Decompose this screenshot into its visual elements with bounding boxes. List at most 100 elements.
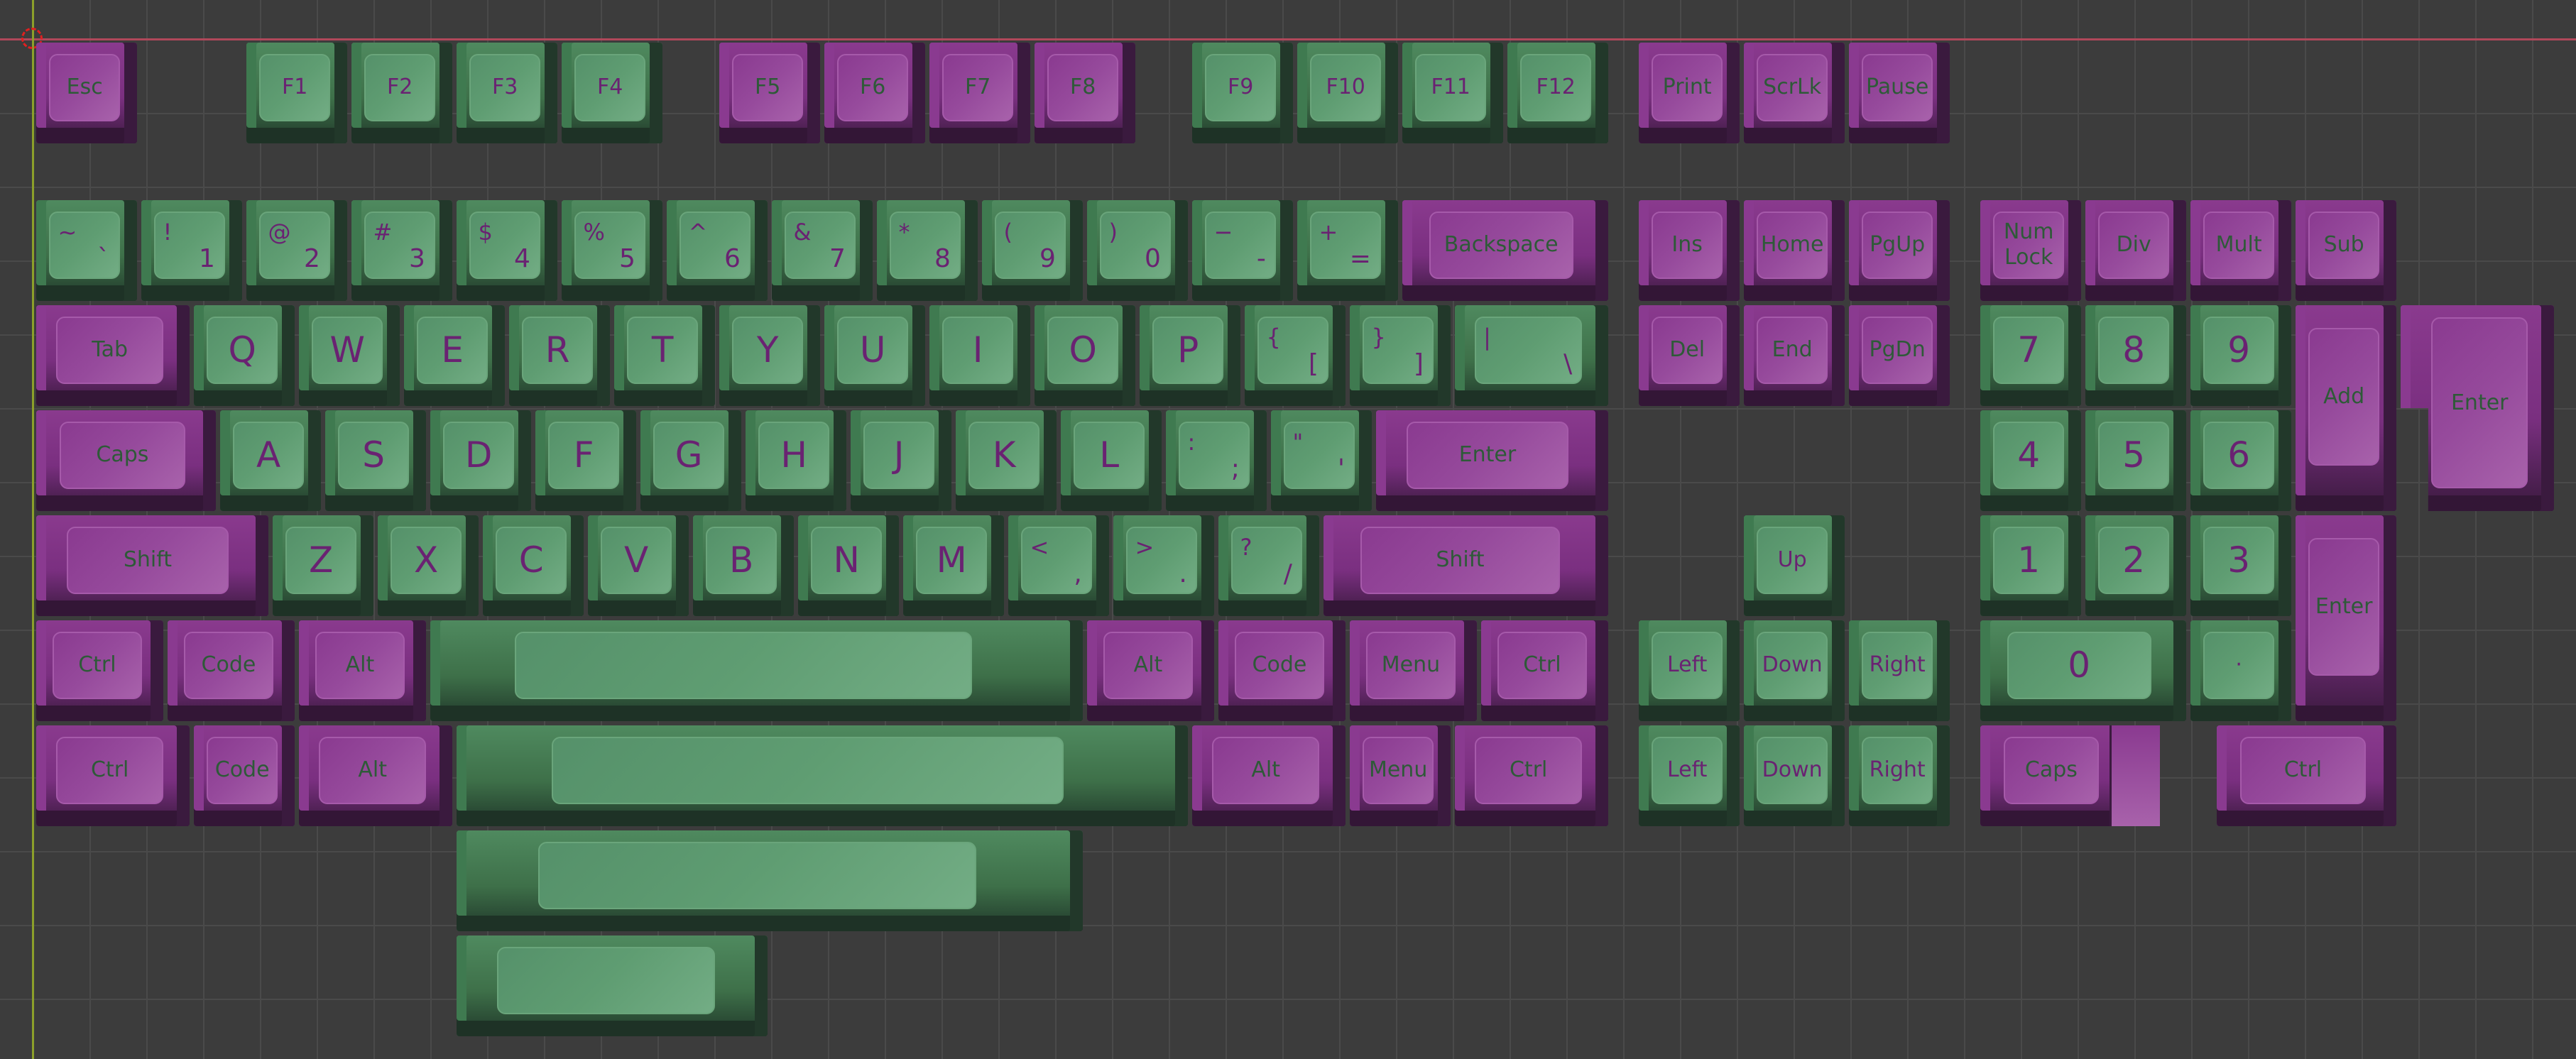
- key-shift-14[interactable]: 2: [2085, 515, 2186, 616]
- key-function-6[interactable]: F6: [824, 43, 925, 143]
- key-home-2[interactable]: S: [325, 410, 426, 511]
- key-bottom_a-1[interactable]: Code: [168, 620, 295, 721]
- key-bottom_a-7[interactable]: Ctrl: [1481, 620, 1608, 721]
- key-bottom_b-3[interactable]: [457, 725, 1188, 826]
- key-home-8[interactable]: K: [956, 410, 1057, 511]
- key-shift-5[interactable]: B: [693, 515, 794, 616]
- key-function-4[interactable]: F4: [562, 43, 662, 143]
- key-number-16[interactable]: PgUp: [1849, 200, 1950, 301]
- key-function-0[interactable]: Esc: [36, 43, 137, 143]
- key-qwerty-7[interactable]: U: [824, 305, 925, 406]
- key-shift-4[interactable]: V: [588, 515, 689, 616]
- key-shift-11[interactable]: Shift: [1324, 515, 1608, 616]
- key-function-3[interactable]: F3: [457, 43, 557, 143]
- key-home-14[interactable]: 5: [2085, 410, 2186, 511]
- key-bottom_b-10[interactable]: Caps: [1980, 725, 2160, 826]
- key-qwerty-17[interactable]: 7: [1980, 305, 2081, 406]
- key-bottom_b-2[interactable]: Alt: [299, 725, 452, 826]
- key-number-10[interactable]: ) 0: [1087, 200, 1188, 301]
- key-qwerty-21[interactable]: Enter: [2401, 305, 2554, 511]
- key-bottom_a-9[interactable]: Down: [1744, 620, 1845, 721]
- key-bottom_b-9[interactable]: Right: [1849, 725, 1950, 826]
- key-bottom_a-6[interactable]: Menu: [1350, 620, 1477, 721]
- key-qwerty-4[interactable]: R: [509, 305, 610, 406]
- key-bottom_a-0[interactable]: Ctrl: [36, 620, 163, 721]
- key-function-9[interactable]: F9: [1192, 43, 1293, 143]
- key-bottom_a-5[interactable]: Code: [1218, 620, 1346, 721]
- key-bottom_b-8[interactable]: Down: [1744, 725, 1845, 826]
- key-bottom_b-7[interactable]: Left: [1639, 725, 1740, 826]
- key-number-7[interactable]: & 7: [772, 200, 873, 301]
- key-bottom_b-11[interactable]: Ctrl: [2217, 725, 2396, 826]
- key-qwerty-11[interactable]: {[: [1245, 305, 1346, 406]
- key-qwerty-14[interactable]: Del: [1639, 305, 1740, 406]
- key-qwerty-6[interactable]: Y: [719, 305, 820, 406]
- key-shift-6[interactable]: N: [798, 515, 899, 616]
- key-extra-1[interactable]: [457, 935, 768, 1036]
- key-shift-7[interactable]: M: [903, 515, 1004, 616]
- key-shift-9[interactable]: >.: [1113, 515, 1214, 616]
- key-bottom_a-11[interactable]: 0: [1980, 620, 2186, 721]
- key-home-4[interactable]: F: [535, 410, 636, 511]
- key-home-13[interactable]: 4: [1980, 410, 2081, 511]
- key-function-7[interactable]: F7: [929, 43, 1030, 143]
- key-qwerty-5[interactable]: T: [614, 305, 715, 406]
- key-function-10[interactable]: F10: [1297, 43, 1398, 143]
- key-number-11[interactable]: − -: [1192, 200, 1293, 301]
- key-bottom_a-8[interactable]: Left: [1639, 620, 1740, 721]
- key-number-18[interactable]: Div: [2085, 200, 2186, 301]
- key-home-7[interactable]: J: [851, 410, 951, 511]
- key-qwerty-13[interactable]: | \: [1455, 305, 1608, 406]
- key-number-19[interactable]: Mult: [2190, 200, 2291, 301]
- key-bottom_a-10[interactable]: Right: [1849, 620, 1950, 721]
- key-number-2[interactable]: @2: [246, 200, 347, 301]
- key-shift-3[interactable]: C: [483, 515, 584, 616]
- key-shift-2[interactable]: X: [378, 515, 479, 616]
- key-number-14[interactable]: Ins: [1639, 200, 1740, 301]
- key-number-20[interactable]: Sub: [2296, 200, 2396, 301]
- key-function-1[interactable]: F1: [246, 43, 347, 143]
- key-function-13[interactable]: Print: [1639, 43, 1740, 143]
- key-bottom_b-5[interactable]: Menu: [1350, 725, 1451, 826]
- key-qwerty-10[interactable]: P: [1140, 305, 1240, 406]
- key-shift-15[interactable]: 3: [2190, 515, 2291, 616]
- key-bottom_a-12[interactable]: ·: [2190, 620, 2291, 721]
- key-shift-1[interactable]: Z: [273, 515, 373, 616]
- key-bottom_a-3[interactable]: [430, 620, 1083, 721]
- key-qwerty-0[interactable]: Tab: [36, 305, 190, 406]
- key-function-11[interactable]: F11: [1402, 43, 1503, 143]
- key-shift-10[interactable]: ? /: [1218, 515, 1319, 616]
- key-shift-16[interactable]: Enter: [2296, 515, 2396, 721]
- key-number-1[interactable]: ! 1: [141, 200, 242, 301]
- key-qwerty-1[interactable]: Q: [194, 305, 295, 406]
- key-number-15[interactable]: Home: [1744, 200, 1845, 301]
- key-number-13[interactable]: Backspace: [1402, 200, 1608, 301]
- key-home-15[interactable]: 6: [2190, 410, 2291, 511]
- key-number-0[interactable]: ~ `: [36, 200, 137, 301]
- key-home-5[interactable]: G: [640, 410, 741, 511]
- key-qwerty-15[interactable]: End: [1744, 305, 1845, 406]
- key-home-0[interactable]: Caps: [36, 410, 216, 511]
- key-qwerty-2[interactable]: W: [299, 305, 400, 406]
- key-qwerty-16[interactable]: PgDn: [1849, 305, 1950, 406]
- key-number-12[interactable]: + =: [1297, 200, 1398, 301]
- key-qwerty-20[interactable]: Add: [2296, 305, 2396, 511]
- key-bottom_b-6[interactable]: Ctrl: [1455, 725, 1608, 826]
- key-home-11[interactable]: " ': [1271, 410, 1372, 511]
- key-function-15[interactable]: Pause: [1849, 43, 1950, 143]
- key-function-5[interactable]: F5: [719, 43, 820, 143]
- key-number-4[interactable]: $4: [457, 200, 557, 301]
- key-number-8[interactable]: * 8: [877, 200, 978, 301]
- key-qwerty-18[interactable]: 8: [2085, 305, 2186, 406]
- key-function-2[interactable]: F2: [351, 43, 452, 143]
- key-bottom_b-4[interactable]: Alt: [1192, 725, 1346, 826]
- key-shift-12[interactable]: Up: [1744, 515, 1845, 616]
- key-function-8[interactable]: F8: [1035, 43, 1135, 143]
- key-number-5[interactable]: % 5: [562, 200, 662, 301]
- key-shift-8[interactable]: <,: [1008, 515, 1109, 616]
- key-shift-0[interactable]: Shift: [36, 515, 268, 616]
- key-home-3[interactable]: D: [430, 410, 531, 511]
- key-home-10[interactable]: :;: [1166, 410, 1267, 511]
- key-bottom_b-0[interactable]: Ctrl: [36, 725, 190, 826]
- key-bottom_a-4[interactable]: Alt: [1087, 620, 1214, 721]
